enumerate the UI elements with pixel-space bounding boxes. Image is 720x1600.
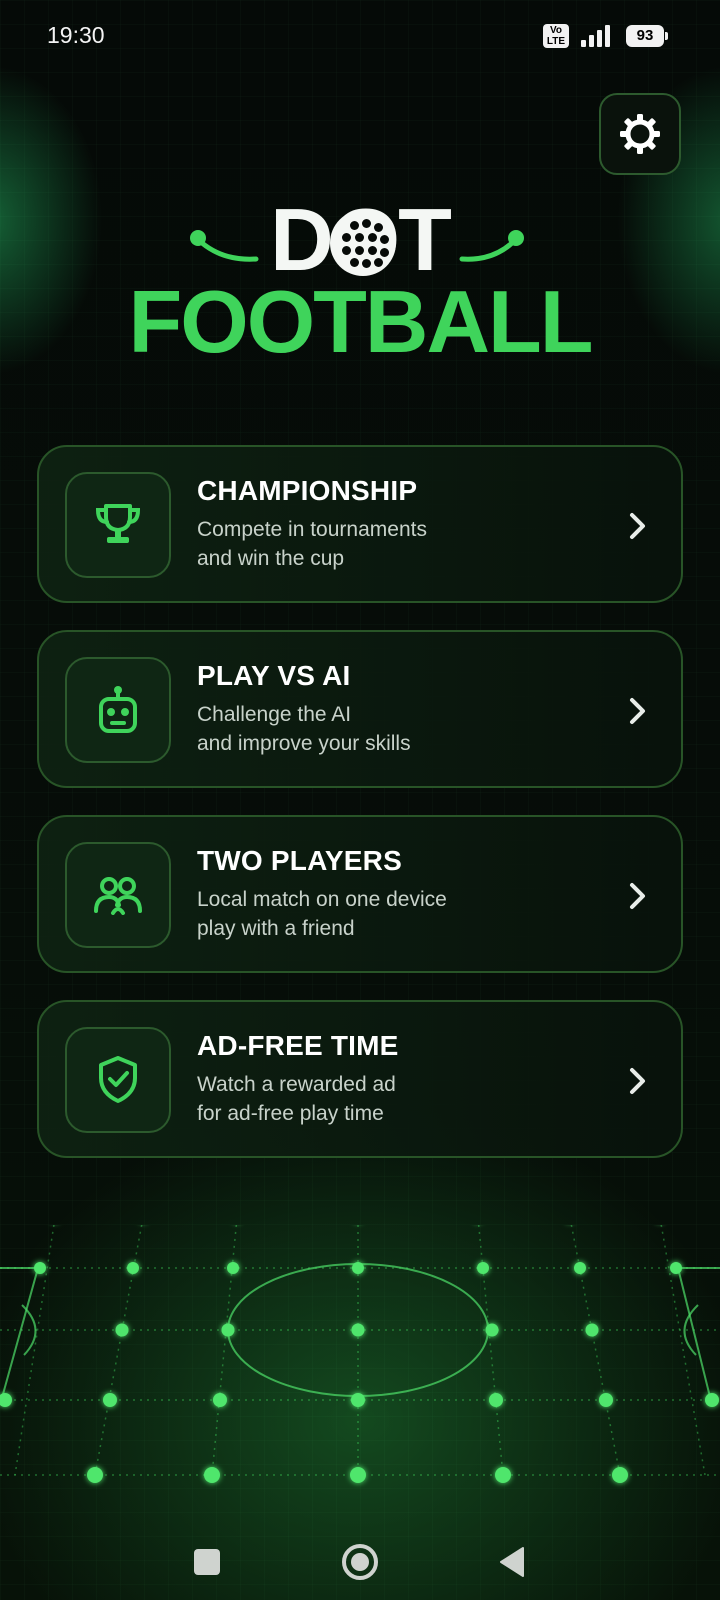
ad-free-time-description: Watch a rewarded ad for ad-free play tim…: [197, 1073, 396, 1125]
two-players-description: Local match on one device play with a fr…: [197, 888, 447, 940]
pitch-illustration: [0, 1225, 720, 1483]
two-players-card[interactable]: TWO PLAYERS Local match on one device pl…: [37, 815, 683, 973]
system-nav-bar: [0, 1520, 720, 1600]
trophy-icon: [95, 504, 141, 543]
chevron-right-icon: [625, 509, 651, 543]
volte-top-label: Vo: [549, 25, 563, 36]
chevron-right-icon: [625, 694, 651, 728]
status-bar: 19:30 Vo LTE 93: [0, 0, 720, 72]
robot-icon: [99, 686, 137, 733]
gear-icon: [620, 114, 660, 154]
chevron-right-icon: [625, 879, 651, 913]
back-triangle-icon: [500, 1547, 524, 1577]
play-vs-ai-description: Challenge the AI and improve your skills: [197, 703, 411, 755]
two-players-title: TWO PLAYERS: [197, 845, 402, 876]
battery-icon: 93: [626, 25, 668, 47]
circle-icon: [342, 1544, 378, 1580]
volte-icon: Vo LTE: [543, 24, 569, 48]
championship-card[interactable]: CHAMPIONSHIP Compete in tournaments and …: [37, 445, 683, 603]
logo-swoosh-left: [190, 230, 259, 262]
recents-button[interactable]: [185, 1540, 229, 1584]
shield-check-icon: [99, 1056, 137, 1103]
two-players-icon-box: [65, 842, 171, 948]
play-vs-ai-title: PLAY VS AI: [197, 660, 351, 691]
championship-title: CHAMPIONSHIP: [197, 475, 418, 506]
football-icon: [330, 210, 396, 276]
status-icons: Vo LTE 93: [543, 22, 668, 50]
ad-free-time-title: AD-FREE TIME: [197, 1030, 399, 1061]
ad-free-time-icon-box: [65, 1027, 171, 1133]
settings-button[interactable]: [599, 93, 681, 175]
game-logo: DOT FOOTBALL: [0, 195, 720, 371]
play-vs-ai-icon-box: [65, 657, 171, 763]
chevron-right-icon: [625, 1064, 651, 1098]
logo-swoosh-right: [459, 230, 524, 262]
ad-free-time-card[interactable]: AD-FREE TIME Watch a rewarded ad for ad-…: [37, 1000, 683, 1158]
square-icon: [194, 1549, 220, 1575]
status-time: 19:30: [47, 22, 105, 48]
logo-line2: FOOTBALL: [128, 272, 593, 371]
two-players-icon: [94, 877, 142, 915]
championship-icon-box: [65, 472, 171, 578]
home-button[interactable]: [338, 1540, 382, 1584]
volte-bottom-label: LTE: [546, 36, 566, 47]
championship-description: Compete in tournaments and win the cup: [197, 518, 427, 570]
back-button[interactable]: [490, 1540, 534, 1584]
main-menu: CHAMPIONSHIP Compete in tournaments and …: [37, 445, 683, 1185]
play-vs-ai-card[interactable]: PLAY VS AI Challenge the AI and improve …: [37, 630, 683, 788]
signal-icon: [581, 25, 610, 47]
